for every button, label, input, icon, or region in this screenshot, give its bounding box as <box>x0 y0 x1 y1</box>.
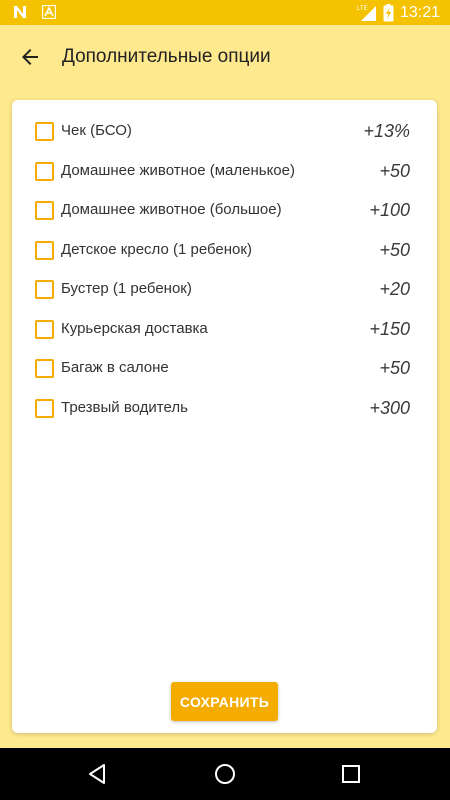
option-checkbox[interactable] <box>35 280 54 299</box>
options-card: Чек (БСО) +13% Домашнее животное (малень… <box>12 100 437 733</box>
option-price: +13% <box>363 121 410 141</box>
option-checkbox[interactable] <box>35 122 54 141</box>
option-label: Багаж в салоне <box>61 359 169 376</box>
option-price: +300 <box>369 397 410 418</box>
battery-charging-icon <box>383 3 394 21</box>
option-label: Чек (БСО) <box>61 122 132 139</box>
option-label: Домашнее животное (большое) <box>61 201 282 218</box>
option-checkbox[interactable] <box>35 240 54 260</box>
home-circle-icon[interactable] <box>213 762 237 786</box>
option-label: Трезвый водитель <box>61 398 188 416</box>
option-checkbox[interactable] <box>35 201 54 220</box>
option-receipt[interactable]: Чек (БСО) +13% <box>12 112 437 152</box>
lte-signal-icon: LTE <box>357 5 376 21</box>
option-price: +100 <box>369 200 410 220</box>
option-checkbox[interactable] <box>35 398 54 418</box>
svg-text:LTE: LTE <box>357 6 368 12</box>
option-child-seat[interactable]: Детское кресло (1 ребенок) +50 <box>12 231 437 271</box>
arrow-back-icon[interactable] <box>18 45 42 69</box>
notification-icons <box>12 4 56 20</box>
option-label: Бустер (1 ребенок) <box>61 280 192 297</box>
option-checkbox[interactable] <box>35 319 54 339</box>
option-price: +150 <box>369 318 410 339</box>
option-list: Чек (БСО) +13% Домашнее животное (малень… <box>12 112 437 428</box>
status-bar: LTE 13:21 <box>0 0 450 25</box>
option-label: Детское кресло (1 ребенок) <box>61 240 252 258</box>
back-triangle-icon[interactable] <box>86 762 110 786</box>
option-luggage-in-cabin[interactable]: Багаж в салоне +50 <box>12 349 437 389</box>
recents-square-icon[interactable] <box>339 762 363 786</box>
clock-time: 13:21 <box>399 4 440 21</box>
system-icons: LTE 13:21 <box>357 3 440 22</box>
option-courier-delivery[interactable]: Курьерская доставка +150 <box>12 310 437 350</box>
option-price: +20 <box>379 279 410 299</box>
option-small-pet[interactable]: Домашнее животное (маленькое) +50 <box>12 152 437 192</box>
option-sober-driver[interactable]: Трезвый водитель +300 <box>12 389 437 429</box>
option-checkbox[interactable] <box>35 161 54 181</box>
option-large-pet[interactable]: Домашнее животное (большое) +100 <box>12 191 437 231</box>
app-bar: Дополнительные опции <box>0 25 450 89</box>
option-label: Домашнее животное (маленькое) <box>61 161 295 179</box>
option-price: +50 <box>379 239 410 260</box>
option-booster[interactable]: Бустер (1 ребенок) +20 <box>12 270 437 310</box>
a-notification-icon <box>42 5 56 19</box>
option-price: +50 <box>379 160 410 181</box>
n-notification-icon <box>14 6 26 18</box>
page-title: Дополнительные опции <box>62 46 271 67</box>
option-checkbox[interactable] <box>35 359 54 378</box>
navigation-bar <box>0 748 450 800</box>
option-price: +50 <box>379 358 410 378</box>
save-button[interactable]: СОХРАНИТЬ <box>171 682 278 721</box>
option-label: Курьерская доставка <box>61 319 208 337</box>
